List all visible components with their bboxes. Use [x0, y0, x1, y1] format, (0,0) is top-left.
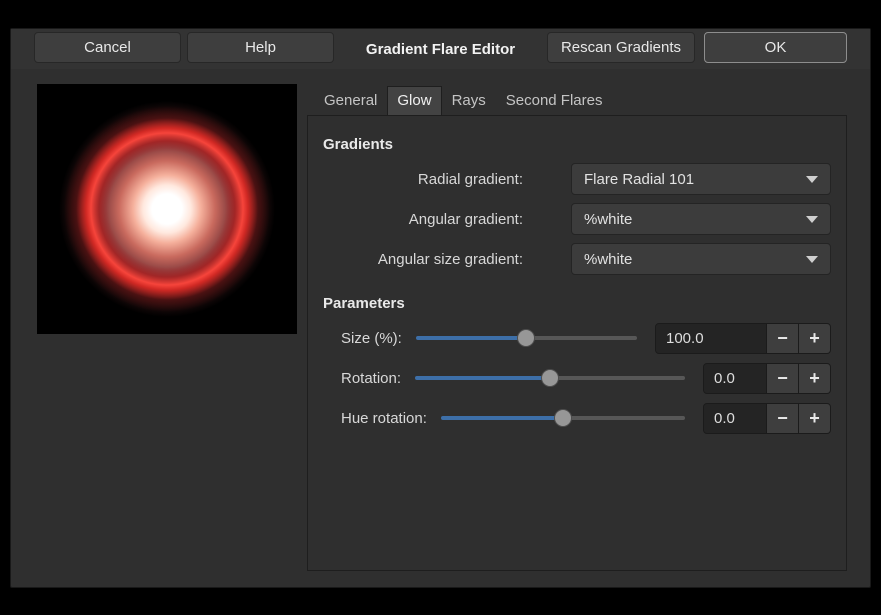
angular-gradient-value: %white — [584, 211, 806, 228]
dialog-title: Gradient Flare Editor — [366, 41, 515, 58]
tab-second-flares[interactable]: Second Flares — [496, 86, 613, 116]
angular-size-gradient-label: Angular size gradient: — [323, 251, 523, 268]
flare-preview-image — [37, 84, 297, 334]
hue-rotation-slider-handle[interactable] — [554, 409, 572, 427]
rotation-increment-button[interactable]: + — [798, 364, 830, 393]
radial-gradient-label: Radial gradient: — [323, 171, 523, 188]
tab-general[interactable]: General — [314, 86, 387, 116]
settings-notebook: General Glow Rays Second Flares Gradient… — [307, 86, 847, 572]
hue-rotation-slider[interactable] — [441, 402, 685, 434]
radial-gradient-value: Flare Radial 101 — [584, 171, 806, 188]
size-slider-track — [526, 336, 637, 340]
radial-gradient-dropdown[interactable]: Flare Radial 101 — [571, 163, 831, 195]
rescan-gradients-button[interactable]: Rescan Gradients — [547, 32, 695, 63]
hue-rotation-increment-button[interactable]: + — [798, 404, 830, 433]
glow-tab-page: Gradients Radial gradient: Flare Radial … — [307, 116, 847, 571]
hue-rotation-slider-fill — [441, 416, 563, 420]
hue-rotation-decrement-button[interactable]: − — [766, 404, 798, 433]
chevron-down-icon — [806, 216, 818, 223]
rotation-slider-fill — [415, 376, 550, 380]
size-spinbox: 100.0 − + — [655, 323, 831, 354]
angular-size-gradient-dropdown[interactable]: %white — [571, 243, 831, 275]
rotation-decrement-button[interactable]: − — [766, 364, 798, 393]
chevron-down-icon — [806, 176, 818, 183]
hue-rotation-input[interactable]: 0.0 — [704, 404, 766, 433]
rotation-label: Rotation: — [341, 370, 401, 387]
angular-gradient-dropdown[interactable]: %white — [571, 203, 831, 235]
angular-size-gradient-row: Angular size gradient: %white — [323, 243, 831, 275]
size-slider-fill — [416, 336, 527, 340]
tab-strip: General Glow Rays Second Flares — [307, 86, 847, 116]
hue-rotation-spinbox: 0.0 − + — [703, 403, 831, 434]
hue-rotation-label: Hue rotation: — [341, 410, 427, 427]
ok-button[interactable]: OK — [704, 32, 847, 63]
size-decrement-button[interactable]: − — [766, 324, 798, 353]
flare-preview — [37, 84, 297, 334]
tab-glow[interactable]: Glow — [387, 86, 441, 116]
help-button[interactable]: Help — [187, 32, 334, 63]
rotation-slider[interactable] — [415, 362, 685, 394]
rotation-slider-handle[interactable] — [541, 369, 559, 387]
radial-gradient-row: Radial gradient: Flare Radial 101 — [323, 163, 831, 195]
size-row: Size (%): 100.0 − + — [323, 322, 831, 354]
size-input[interactable]: 100.0 — [656, 324, 766, 353]
angular-gradient-label: Angular gradient: — [323, 211, 523, 228]
hue-rotation-slider-track — [563, 416, 685, 420]
dialog-header: Cancel Help Gradient Flare Editor Rescan… — [11, 29, 870, 69]
rotation-spinbox: 0.0 − + — [703, 363, 831, 394]
rotation-slider-track — [550, 376, 685, 380]
gradient-flare-editor-dialog: Cancel Help Gradient Flare Editor Rescan… — [10, 28, 871, 588]
parameters-section: Parameters Size (%): 100.0 − + R — [323, 295, 831, 434]
size-slider-handle[interactable] — [517, 329, 535, 347]
cancel-button[interactable]: Cancel — [34, 32, 181, 63]
rotation-input[interactable]: 0.0 — [704, 364, 766, 393]
hue-rotation-row: Hue rotation: 0.0 − + — [323, 402, 831, 434]
section-title-parameters: Parameters — [323, 295, 831, 312]
size-slider[interactable] — [416, 322, 637, 354]
tab-rays[interactable]: Rays — [442, 86, 496, 116]
size-label: Size (%): — [341, 330, 402, 347]
section-title-gradients: Gradients — [323, 136, 831, 153]
angular-size-gradient-value: %white — [584, 251, 806, 268]
rotation-row: Rotation: 0.0 − + — [323, 362, 831, 394]
chevron-down-icon — [806, 256, 818, 263]
size-increment-button[interactable]: + — [798, 324, 830, 353]
angular-gradient-row: Angular gradient: %white — [323, 203, 831, 235]
